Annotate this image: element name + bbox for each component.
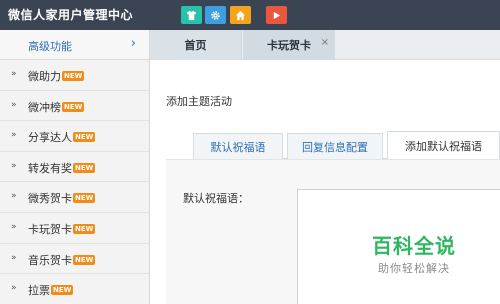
sidebar-item-label: 微冲榜 [28, 100, 61, 114]
sidebar-header-label: 高级功能 [28, 40, 72, 53]
double-arrow-icon: » [11, 99, 17, 110]
sidebar-item[interactable]: » 转发有奖 NEW [0, 152, 149, 183]
new-badge: NEW [51, 285, 74, 296]
sidebar-header[interactable]: 高级功能 › [0, 30, 149, 60]
sidebar-item-label: 卡玩贺卡 [28, 222, 72, 236]
home-icon [235, 10, 246, 20]
new-badge: NEW [73, 132, 96, 143]
tab-home[interactable]: 首页 [150, 30, 242, 60]
sidebar: 高级功能 › » 微助力 NEW » 微冲榜 NEW » 分享达人 NEW » 转发有… [0, 30, 150, 304]
sidebar-item-label: 转发有奖 [28, 161, 72, 175]
subtab-reply-config[interactable]: 回复信息配置 [287, 133, 383, 159]
shirt-button[interactable] [181, 6, 202, 24]
play-icon [273, 11, 281, 19]
settings-button[interactable] [205, 6, 226, 24]
sidebar-item[interactable]: » 卡玩贺卡 NEW [0, 213, 149, 244]
watermark-title: 百科全说 [372, 234, 456, 258]
tab-card-game[interactable]: 卡玩贺卡 × [243, 30, 335, 60]
subtab-label: 添加默认祝福语 [405, 140, 482, 153]
sidebar-item-label: 拉票 [28, 284, 50, 298]
home-button[interactable] [230, 6, 251, 24]
new-badge: NEW [73, 162, 96, 173]
app-title: 微信人家用户管理中心 [8, 8, 134, 22]
tab-bar: 首页 卡玩贺卡 × [150, 30, 500, 60]
new-badge: NEW [62, 71, 85, 81]
new-badge: NEW [73, 254, 96, 265]
top-bar: 微信人家用户管理中心 [0, 0, 500, 30]
greeting-field-label: 默认祝福语： [183, 192, 249, 205]
watermark: 百科全说 助你轻松解决 [358, 230, 470, 276]
sidebar-item[interactable]: » 微助力 NEW [0, 60, 149, 91]
tab-label: 卡玩贺卡 [267, 39, 311, 52]
shirt-icon [186, 10, 197, 20]
subtab-default-greeting[interactable]: 默认祝福语 [193, 133, 283, 159]
new-badge: NEW [62, 101, 85, 112]
new-badge: NEW [73, 223, 96, 234]
sidebar-item-label: 分享达人 [28, 131, 72, 145]
sub-tab-bar: 默认祝福语 回复信息配置 添加默认祝福语 [193, 131, 500, 160]
double-arrow-icon: » [11, 160, 17, 171]
new-badge: NEW [73, 193, 96, 204]
sidebar-item[interactable]: » 音乐贺卡 NEW [0, 244, 149, 275]
subtab-label: 默认祝福语 [210, 140, 266, 154]
sidebar-item[interactable]: » 微秀贺卡 NEW [0, 182, 149, 213]
sidebar-item-label: 微助力 [28, 70, 61, 83]
sidebar-item[interactable]: » 拉票 NEW [0, 274, 149, 304]
gear-icon [211, 10, 220, 20]
sidebar-item[interactable]: » 分享达人 NEW [0, 121, 149, 152]
watermark-subtitle: 助你轻松解决 [378, 262, 450, 275]
double-arrow-icon: » [11, 69, 17, 79]
double-arrow-icon: » [11, 191, 17, 202]
tab-label: 首页 [184, 39, 207, 52]
close-icon[interactable]: × [321, 37, 329, 48]
double-arrow-icon: » [11, 283, 17, 294]
subtab-label: 回复信息配置 [302, 140, 368, 154]
subtab-add-default-greeting[interactable]: 添加默认祝福语 [387, 131, 500, 160]
chevron-right-icon: › [130, 36, 136, 51]
sidebar-item-label: 微秀贺卡 [28, 192, 72, 206]
double-arrow-icon: » [11, 221, 17, 232]
play-button[interactable] [266, 6, 287, 24]
sidebar-item-label: 音乐贺卡 [28, 253, 72, 267]
sidebar-item[interactable]: » 微冲榜 NEW [0, 91, 149, 122]
section-title: 添加主题活动 [166, 95, 232, 108]
double-arrow-icon: » [11, 252, 17, 263]
double-arrow-icon: » [11, 130, 17, 141]
